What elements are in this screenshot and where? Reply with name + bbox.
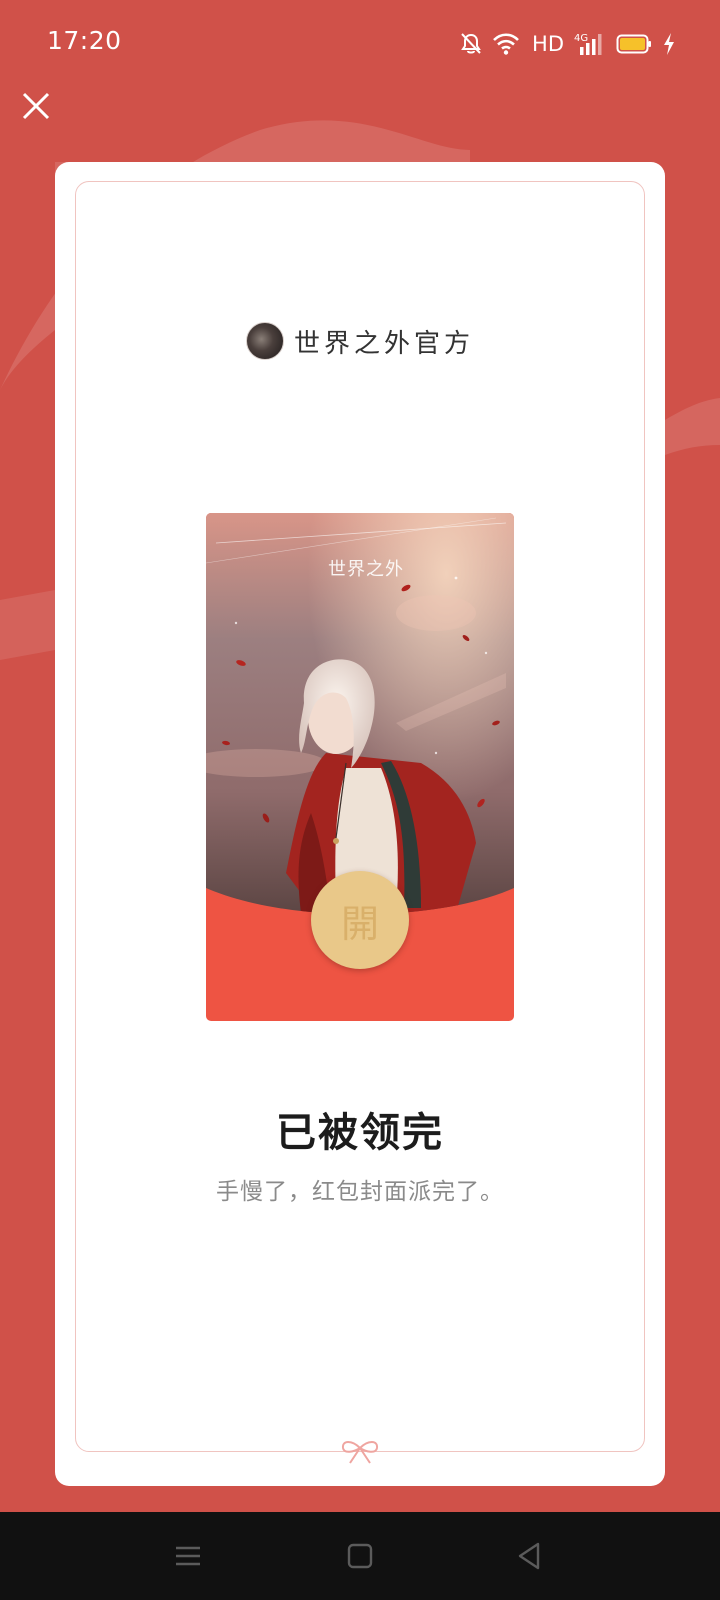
wifi-icon (493, 33, 519, 55)
result-subtitle: 手慢了，红包封面派完了。 (216, 1179, 504, 1205)
status-icons: HD 4G (460, 28, 676, 60)
open-button-label: 開 (340, 901, 379, 946)
open-button[interactable]: 開 (311, 871, 409, 969)
result-title: 已被领完 (276, 1110, 444, 1156)
sender-avatar (245, 322, 284, 360)
cover-logo-text: 世界之外 (328, 559, 404, 580)
menu-icon[interactable] (166, 1534, 210, 1578)
network-label: HD (532, 32, 564, 56)
sender-name: 世界之外官方 (293, 328, 474, 359)
navigation-bar (0, 1512, 720, 1600)
sender-info: 世界之外官方 (0, 322, 720, 360)
mute-bell-icon (461, 33, 481, 54)
status-bar: 17:20 HD 4G (0, 0, 720, 88)
bow-icon (341, 1441, 379, 1464)
status-time: 17:20 (47, 26, 122, 55)
back-icon[interactable] (508, 1534, 552, 1578)
home-icon[interactable] (338, 1534, 382, 1578)
envelope-cover: 世界之外 開 (206, 513, 514, 1021)
battery-icon (616, 34, 651, 54)
svg-text:4G: 4G (574, 33, 588, 44)
close-icon[interactable] (18, 88, 54, 124)
4g-signal-icon: 4G (574, 33, 602, 55)
charging-icon (664, 33, 674, 55)
